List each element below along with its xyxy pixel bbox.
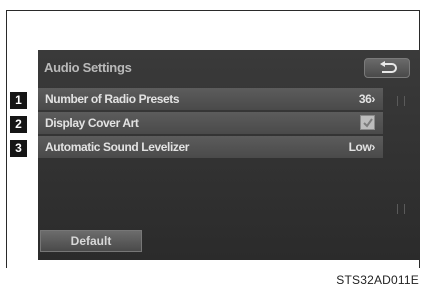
back-button[interactable] [364,58,410,78]
callout-badge-1: 1 [10,92,27,109]
row-value: 36› [358,92,376,106]
row-label: Display Cover Art [45,116,139,130]
row-automatic-sound-levelizer[interactable]: Automatic Sound Levelizer Low› [38,136,383,158]
row-label: Number of Radio Presets [45,92,180,106]
settings-list: Number of Radio Presets 36› Display Cove… [38,88,383,160]
default-button[interactable]: Default [40,230,142,252]
callout-badge-2: 2 [10,116,27,133]
back-arrow-icon [380,61,397,73]
callout-badge-3: 3 [10,140,27,157]
check-icon [363,118,373,128]
screen-title: Audio Settings [44,60,132,75]
row-value: Low› [348,140,376,154]
audio-settings-screen: Audio Settings Number of Radio Presets 3… [38,50,420,260]
cover-art-checkbox[interactable] [360,115,375,130]
row-number-of-radio-presets[interactable]: Number of Radio Presets 36› [38,88,383,110]
scroll-up-indicator[interactable] [397,96,405,106]
figure-code: STS32AD011E [336,273,419,287]
row-display-cover-art[interactable]: Display Cover Art [38,112,383,134]
scroll-down-indicator[interactable] [397,204,405,214]
row-label: Automatic Sound Levelizer [45,140,190,154]
